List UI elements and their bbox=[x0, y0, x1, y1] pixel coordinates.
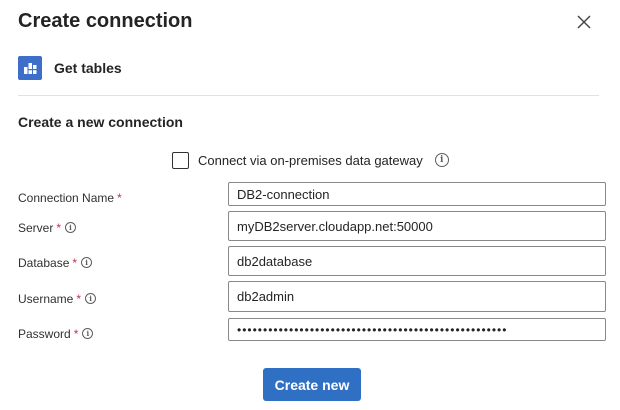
required-marker: * bbox=[76, 292, 82, 306]
required-marker: * bbox=[73, 327, 79, 341]
database-label-text: Database bbox=[18, 256, 70, 270]
username-label-text: Username bbox=[18, 292, 74, 306]
close-icon[interactable] bbox=[574, 12, 594, 32]
info-icon[interactable]: i bbox=[65, 222, 77, 234]
connection-name-label: Connection Name * bbox=[18, 191, 122, 205]
database-label: Database * i bbox=[18, 256, 93, 270]
gateway-checkbox[interactable] bbox=[172, 151, 189, 169]
create-new-button[interactable]: Create new bbox=[263, 368, 361, 401]
info-icon[interactable]: i bbox=[85, 293, 97, 305]
password-input[interactable] bbox=[228, 318, 606, 341]
server-input[interactable] bbox=[228, 211, 606, 241]
section-title: Create a new connection bbox=[18, 114, 183, 130]
info-icon[interactable]: i bbox=[82, 328, 94, 340]
dialog-title: Create connection bbox=[18, 10, 193, 32]
server-label-text: Server bbox=[18, 221, 54, 235]
action-get-tables: Get tables bbox=[18, 55, 122, 81]
connection-name-label-text: Connection Name bbox=[18, 191, 115, 205]
connection-name-input[interactable] bbox=[228, 182, 606, 206]
gateway-label: Connect via on-premises data gateway bbox=[198, 152, 423, 168]
username-input[interactable] bbox=[228, 281, 606, 312]
server-label: Server * i bbox=[18, 221, 77, 235]
username-label: Username * i bbox=[18, 292, 97, 306]
required-marker: * bbox=[72, 256, 78, 270]
info-icon[interactable]: i bbox=[81, 257, 93, 269]
divider bbox=[18, 95, 599, 96]
password-label-text: Password bbox=[18, 327, 71, 341]
required-marker: * bbox=[56, 221, 62, 235]
password-label: Password * i bbox=[18, 327, 94, 341]
database-input[interactable] bbox=[228, 246, 606, 276]
required-marker: * bbox=[117, 191, 122, 205]
info-icon[interactable]: i bbox=[434, 153, 449, 167]
db2-table-icon bbox=[18, 56, 42, 80]
action-label: Get tables bbox=[54, 60, 122, 76]
gateway-row: Connect via on-premises data gateway i bbox=[172, 151, 449, 169]
